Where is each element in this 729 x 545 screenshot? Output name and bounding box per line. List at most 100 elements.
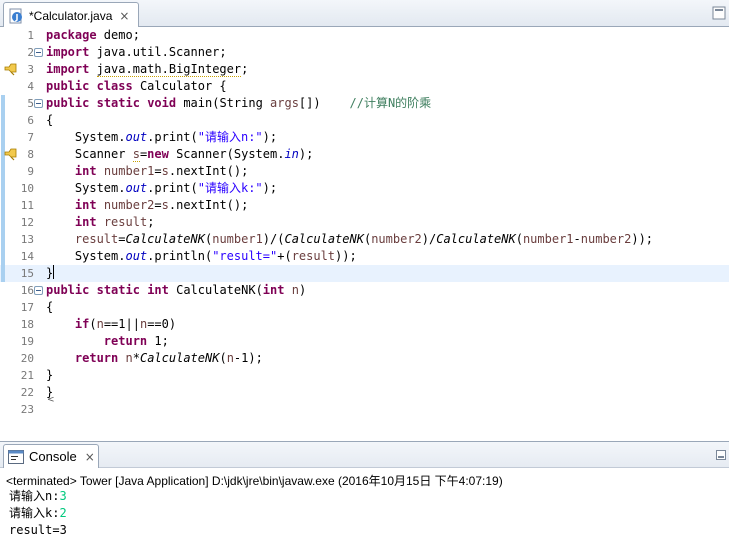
code-line[interactable]: 16 public static int CalculateNK(int n) (0, 282, 729, 299)
code-text: public class Calculator { (46, 79, 227, 93)
change-marker (1, 231, 5, 248)
svg-text:J: J (15, 13, 19, 22)
code-text: System.out.println("result="+(result)); (46, 249, 357, 263)
code-line[interactable]: 2 import java.util.Scanner; (0, 44, 729, 61)
code-text: int number1=s.nextInt(); (74, 164, 249, 178)
line-number: 10 (20, 182, 34, 195)
code-line[interactable]: 17 { (0, 299, 729, 316)
code-line[interactable]: 13 result=CalculateNK(number1)/(Calculat… (0, 231, 729, 248)
line-number: 17 (20, 301, 34, 314)
code-line[interactable]: 9 int number1=s.nextInt(); (0, 163, 729, 180)
change-marker (1, 248, 5, 265)
code-line[interactable]: 8 Scanner s=new Scanner(System.in); (0, 146, 729, 163)
java-file-icon: J (8, 8, 24, 24)
line-number: 9 (27, 165, 34, 178)
line-number: 15 (20, 267, 34, 280)
minimize-icon[interactable] (716, 450, 726, 460)
scroll-left-icon[interactable]: < (47, 395, 55, 405)
code-text: System.out.print("请输入n:"); (46, 130, 278, 144)
code-line[interactable]: 1 package demo; (0, 27, 729, 44)
console-line: 请输入n:3 (9, 488, 67, 505)
code-text: Scanner s=new Scanner(System.in); (46, 147, 314, 162)
fold-toggle-icon[interactable] (34, 286, 43, 295)
code-line[interactable]: 5 public static void main(String args[]) … (0, 95, 729, 112)
code-line[interactable]: 14 System.out.println("result="+(result)… (0, 248, 729, 265)
line-number: 21 (20, 369, 34, 382)
change-marker (1, 180, 5, 197)
editor-tab-calculator[interactable]: J *Calculator.java × (3, 2, 139, 28)
code-text: System.out.print("请输入k:"); (46, 181, 278, 195)
change-marker (1, 265, 5, 282)
code-text: import java.util.Scanner; (46, 45, 227, 59)
line-number: 22 (20, 386, 34, 399)
console-view: Console × <terminated> Tower [Java Appli… (0, 441, 729, 545)
line-number: 16 (20, 284, 34, 297)
console-tab-title: Console (29, 449, 77, 464)
change-marker (1, 112, 5, 129)
fold-toggle-icon[interactable] (34, 48, 43, 57)
change-marker (1, 95, 5, 112)
console-tabbar: Console × (0, 442, 729, 468)
code-text: return 1; (103, 334, 169, 348)
line-number: 19 (20, 335, 34, 348)
code-editor[interactable]: 1 package demo; 2 import java.util.Scanner;… (0, 27, 729, 419)
code-line[interactable]: 3 import java.math.BigInteger; (0, 61, 729, 78)
close-icon[interactable]: × (119, 10, 129, 22)
line-number: 6 (27, 114, 34, 127)
console-icon (8, 449, 24, 464)
console-status: <terminated> Tower [Java Application] D:… (6, 474, 503, 488)
code-line[interactable]: 4 public class Calculator { (0, 78, 729, 95)
line-number: 23 (20, 403, 34, 416)
code-text: public static int CalculateNK(int n) (46, 283, 307, 297)
console-tab[interactable]: Console × (3, 444, 99, 468)
code-line[interactable]: 23 (0, 401, 729, 418)
console-line: 请输入k:2 (9, 505, 67, 522)
code-text: } (46, 265, 55, 280)
code-line[interactable]: 11 int number2=s.nextInt(); (0, 197, 729, 214)
code-line[interactable]: 10 System.out.print("请输入k:"); (0, 180, 729, 197)
maximize-icon[interactable] (712, 6, 726, 20)
console-user-input: 2 (59, 506, 67, 520)
code-text: public static void main(String args[]) /… (46, 96, 432, 110)
line-number: 14 (20, 250, 34, 263)
line-number: 12 (20, 216, 34, 229)
code-line[interactable]: 7 System.out.print("请输入n:"); (0, 129, 729, 146)
editor-tab-title: *Calculator.java (29, 8, 113, 23)
code-text: return n*CalculateNK(n-1); (74, 351, 263, 365)
code-text: { (46, 113, 54, 127)
code-line[interactable]: 20 return n*CalculateNK(n-1); (0, 350, 729, 367)
code-text: import java.math.BigInteger; (46, 62, 249, 77)
line-number: 11 (20, 199, 34, 212)
code-line[interactable]: 22} (0, 384, 729, 401)
console-line: result=3 (9, 522, 67, 539)
code-text: } (46, 368, 54, 382)
line-number: 13 (20, 233, 34, 246)
line-number: 18 (20, 318, 34, 331)
line-number: 3 (27, 63, 34, 76)
line-number: 4 (27, 80, 34, 93)
code-text: package demo; (46, 28, 140, 42)
close-icon[interactable]: × (85, 451, 95, 463)
code-text: if(n==1||n==0) (74, 317, 177, 331)
code-text: result=CalculateNK(number1)/(CalculateNK… (74, 232, 654, 246)
change-marker (1, 163, 5, 180)
code-line[interactable]: 6{ (0, 112, 729, 129)
code-line[interactable]: 15} (0, 265, 729, 282)
line-number: 2 (27, 46, 34, 59)
line-number: 1 (27, 29, 34, 42)
code-line[interactable]: 12 int result; (0, 214, 729, 231)
code-line[interactable]: 21} (0, 367, 729, 384)
line-number: 7 (27, 131, 34, 144)
console-prompt: 请输入n: (9, 489, 60, 503)
line-number: 20 (20, 352, 34, 365)
code-text: int result; (74, 215, 155, 229)
code-line[interactable]: 18 if(n==1||n==0) (0, 316, 729, 333)
console-prompt: 请输入k: (9, 506, 60, 520)
code-line[interactable]: 19 return 1; (0, 333, 729, 350)
fold-toggle-icon[interactable] (34, 99, 43, 108)
code-text: int number2=s.nextInt(); (74, 198, 249, 212)
change-marker (1, 129, 5, 146)
console-user-input: 3 (59, 489, 67, 503)
editor-tabbar: J *Calculator.java × (0, 0, 729, 28)
line-number: 8 (27, 148, 34, 161)
